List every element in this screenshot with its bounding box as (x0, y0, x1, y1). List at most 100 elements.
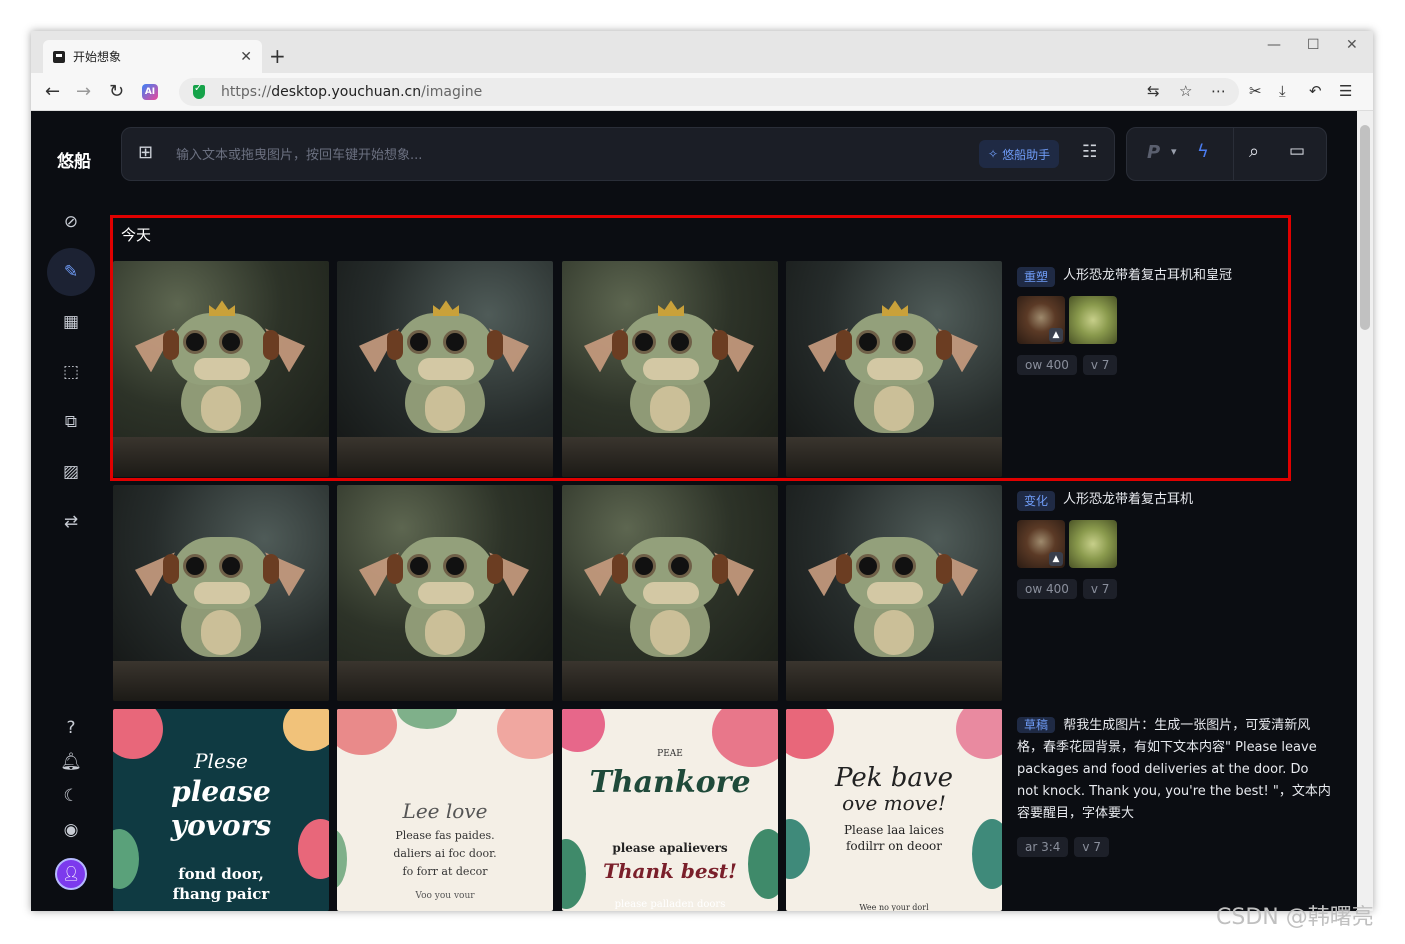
close-tab-icon[interactable]: ✕ (240, 49, 252, 65)
generated-image[interactable]: Pek bave ove move! Please laa laices fod… (786, 709, 1002, 911)
paint-icon[interactable]: ✎ (55, 256, 87, 288)
chevron-down-icon[interactable]: ▾ (1171, 145, 1177, 158)
url-text: https://desktop.youchuan.cn/imagine (221, 84, 483, 100)
chat-icon[interactable]: ⇄ (55, 506, 87, 538)
generated-image[interactable]: Lee love Please fas paides. daliers ai f… (337, 709, 553, 911)
bolt-icon[interactable]: ϟ (1197, 141, 1209, 162)
minimize-icon[interactable]: — (1267, 37, 1281, 53)
download-icon[interactable]: ⤓ (1279, 82, 1286, 100)
poster-line: fhang paicr (172, 885, 270, 903)
job-info: 变化 人形恐龙带着复古耳机 ▲ ow 400 v 7 (1017, 491, 1337, 599)
help-icon[interactable]: ? (55, 712, 87, 744)
window-close-icon[interactable]: ✕ (1346, 37, 1358, 53)
forward-icon[interactable]: → (76, 81, 91, 102)
browser-tab[interactable]: 开始想象 ✕ (43, 40, 262, 73)
job-info: 草稿 帮我生成图片：生成一张图片，可爱清新风格，春季花园背景，有如下文本内容" … (1017, 715, 1333, 857)
poster-line: Please laa laices (843, 823, 944, 837)
cut-icon[interactable]: ✂ (1249, 82, 1262, 100)
reference-thumbnail[interactable]: ▲ (1017, 520, 1065, 568)
job-prompt: 人形恐龙带着复古耳机 (1063, 492, 1194, 507)
secure-shield-icon (193, 83, 205, 99)
job-param[interactable]: v 7 (1082, 579, 1118, 599)
toolbar-divider (1233, 128, 1234, 180)
poster-line: fo forr at decor (402, 865, 488, 878)
mode-label[interactable]: P (1147, 142, 1160, 163)
address-bar: ← → ↻ AI https://desktop.youchuan.cn/ima… (31, 73, 1373, 111)
scrollbar-thumb[interactable] (1360, 125, 1370, 330)
url-field[interactable]: https://desktop.youchuan.cn/imagine (179, 78, 1239, 106)
copy-icon[interactable]: ⧉ (55, 406, 87, 438)
generated-image[interactable] (786, 485, 1002, 701)
generated-image[interactable] (113, 485, 329, 701)
generated-image[interactable]: Plese please yovors fond door, fhang pai… (113, 709, 329, 911)
translate-icon[interactable]: ⇆ (1147, 82, 1160, 100)
user-icon[interactable]: ◉ (55, 814, 87, 846)
reference-thumbnail[interactable] (1069, 520, 1117, 568)
job-param[interactable]: v 7 (1082, 355, 1118, 375)
poster-line: Thankore (589, 765, 751, 800)
poster-line: ove move! (842, 791, 946, 815)
app-main: 悠船 ⊘ ✎ ▦ ⬚ ⧉ ▨ ⇄ ? 🔔︎ ☾ ◉ 👤︎ ⊞ ✧ 悠船助手 ☷ … (31, 111, 1357, 911)
job-param[interactable]: ow 400 (1017, 579, 1077, 599)
poster-line: PEAE (657, 749, 683, 759)
poster-line: Plese (194, 749, 248, 773)
poster-line: Wee no your dorl (859, 903, 929, 911)
right-toolbar: P ▾ ϟ ⌕ ▭ (1126, 127, 1327, 181)
grid-icon[interactable]: ▦ (55, 306, 87, 338)
job-param[interactable]: ow 400 (1017, 355, 1077, 375)
job-prompt: 人形恐龙带着复古耳机和皇冠 (1063, 268, 1233, 283)
texture-icon[interactable]: ▨ (55, 456, 87, 488)
prompt-input[interactable] (176, 145, 936, 165)
reference-thumbnail[interactable]: ▲ (1017, 296, 1065, 344)
generated-image[interactable] (562, 485, 778, 701)
favicon-icon (53, 50, 65, 63)
undo-icon[interactable]: ↶ (1309, 82, 1322, 100)
generated-image[interactable] (562, 261, 778, 477)
moon-icon[interactable]: ☾ (55, 780, 87, 812)
more-icon[interactable]: ⋯ (1211, 82, 1226, 100)
person-icon: ▲ (1049, 552, 1063, 566)
poster-line: Thank best! (603, 859, 737, 883)
poster-line: Pek bave (835, 763, 953, 793)
reload-icon[interactable]: ↻ (109, 81, 124, 102)
generated-image[interactable] (113, 261, 329, 477)
settings-sliders-icon[interactable]: ☷ (1082, 142, 1097, 162)
poster-line: please (171, 775, 271, 808)
new-tab-icon[interactable]: + (269, 44, 286, 68)
add-image-icon[interactable]: ⊞ (138, 142, 153, 163)
poster-line: please palladen doors (614, 899, 726, 910)
folder-icon[interactable]: ▭ (1289, 141, 1305, 161)
compass-icon[interactable]: ⊘ (55, 206, 87, 238)
assistant-button[interactable]: ✧ 悠船助手 (979, 140, 1060, 168)
browser-window: 开始想象 ✕ + — ☐ ✕ ← → ↻ AI https://desktop.… (31, 31, 1373, 911)
app-logo[interactable]: 悠船 (57, 147, 91, 172)
generated-image[interactable] (786, 261, 1002, 477)
bell-icon[interactable]: 🔔︎ (55, 746, 87, 778)
menu-icon[interactable]: ☰ (1339, 82, 1352, 100)
poster-line: fodilrr on deoor (845, 839, 943, 853)
search-icon[interactable]: ⌕ (1249, 141, 1259, 162)
reference-thumbnail[interactable] (1069, 296, 1117, 344)
tab-title: 开始想象 (73, 50, 122, 64)
job-param[interactable]: ar 3:4 (1017, 837, 1069, 857)
job-tag[interactable]: 重塑 (1017, 267, 1056, 287)
ai-extension-icon[interactable]: AI (142, 84, 158, 100)
person-icon: ▲ (1049, 328, 1063, 342)
scrollbar[interactable] (1357, 111, 1373, 911)
generated-image[interactable]: PEAE Thankore please apalievers Thank be… (562, 709, 778, 911)
day-label: 今天 (121, 226, 152, 244)
poster-line: Please fas paides. (395, 829, 495, 842)
poster-line: Lee love (402, 799, 488, 823)
star-icon[interactable]: ☆ (1179, 82, 1192, 100)
generated-image[interactable] (337, 261, 553, 477)
job-tag[interactable]: 草稿 (1017, 717, 1056, 733)
generated-image[interactable] (337, 485, 553, 701)
job-tag[interactable]: 变化 (1017, 491, 1056, 511)
avatar[interactable]: 👤︎ (55, 858, 87, 890)
maximize-icon[interactable]: ☐ (1307, 37, 1320, 53)
poster-line: fond door, (178, 865, 264, 883)
back-icon[interactable]: ← (45, 81, 60, 102)
edit-icon[interactable]: ⬚ (55, 356, 87, 388)
job-param[interactable]: v 7 (1074, 837, 1109, 857)
assistant-label: 悠船助手 (1002, 147, 1051, 162)
